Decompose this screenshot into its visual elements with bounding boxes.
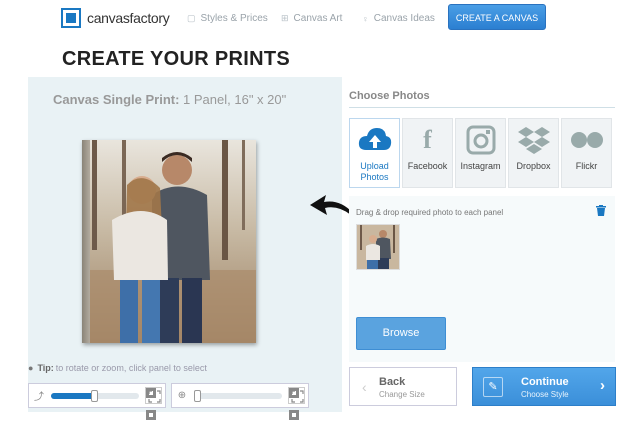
page-title: CREATE YOUR PRINTS — [62, 48, 291, 70]
nav-styles-prices[interactable]: ▢ Styles & Prices — [187, 13, 268, 24]
flickr-icon — [562, 119, 611, 161]
photo-thumbnail[interactable] — [356, 224, 400, 270]
source-instagram[interactable]: Instagram — [455, 118, 506, 188]
tip-text: to rotate or zoom, click panel to select — [55, 363, 207, 373]
continue-button[interactable]: ✎ Continue Choose Style › — [472, 367, 616, 406]
source-instagram-label: Instagram — [460, 161, 501, 171]
styles-icon: ▢ — [187, 13, 196, 23]
instagram-icon — [456, 119, 505, 161]
photo-sources: Upload Photos f Facebook Instagram Dropb… — [349, 118, 612, 188]
tip-label: Tip: — [37, 363, 54, 373]
nav-canvas-ideas-label: Canvas Ideas — [373, 13, 435, 24]
grid-icon: ⊞ — [281, 13, 289, 23]
canvas-photo — [82, 140, 256, 343]
drop-instructions: Drag & drop required photo to each panel — [356, 208, 504, 217]
choose-photos-title: Choose Photos — [349, 90, 430, 102]
divider — [349, 107, 615, 108]
zoom-slider[interactable] — [194, 389, 282, 402]
fullscreen-icon[interactable] — [288, 387, 305, 420]
lightbulb-icon: ♀ — [362, 13, 369, 24]
logo[interactable]: canvasfactory — [61, 8, 170, 28]
source-flickr[interactable]: Flickr — [561, 118, 612, 188]
canvas-print-panel[interactable] — [82, 140, 256, 343]
logo-text: canvasfactory — [87, 10, 170, 26]
source-dropbox-label: Dropbox — [516, 161, 551, 171]
back-button[interactable]: ‹ Back Change Size — [349, 367, 457, 406]
print-spec: 1 Panel, 16" x 20" — [183, 92, 287, 107]
source-upload[interactable]: Upload Photos — [349, 118, 400, 188]
location-pin-icon: ● — [28, 363, 34, 373]
create-canvas-button[interactable]: CREATE A CANVAS — [448, 4, 546, 30]
logo-mark-icon — [61, 8, 81, 28]
trash-icon[interactable] — [596, 205, 606, 216]
continue-sublabel: Choose Style — [521, 390, 569, 399]
expand-icon[interactable] — [145, 387, 162, 420]
back-label: Back — [379, 376, 406, 388]
zoom-icon: ⊕ — [177, 390, 187, 401]
continue-label: Continue — [521, 376, 569, 388]
rotate-slider[interactable] — [51, 389, 139, 402]
back-sublabel: Change Size — [379, 390, 425, 399]
rotate-control: ⤴ — [28, 383, 166, 420]
rotate-icon: ⤴ — [34, 392, 44, 403]
edit-icon: ✎ — [483, 377, 503, 397]
nav-canvas-ideas[interactable]: ♀ Canvas Ideas — [362, 13, 435, 24]
print-title: Canvas Single Print: 1 Panel, 16" x 20" — [53, 92, 286, 107]
print-type-label: Canvas Single Print: — [53, 92, 180, 107]
source-flickr-label: Flickr — [575, 161, 598, 171]
canvas-wrap-edge — [82, 140, 90, 343]
rotate-slider-fill — [51, 392, 95, 399]
site-header: canvasfactory ▢ Styles & Prices ⊞ Canvas… — [0, 0, 640, 38]
dropbox-icon — [509, 119, 558, 161]
chevron-right-icon: › — [600, 377, 605, 394]
browse-button[interactable]: Browse — [356, 317, 446, 350]
source-upload-label: Upload Photos — [360, 161, 389, 182]
zoom-slider-thumb[interactable] — [194, 389, 202, 402]
chevron-left-icon: ‹ — [362, 379, 367, 395]
source-dropbox[interactable]: Dropbox — [508, 118, 559, 188]
nav-styles-prices-label: Styles & Prices — [200, 13, 268, 24]
nav-canvas-art[interactable]: ⊞ Canvas Art — [281, 13, 342, 24]
facebook-icon: f — [423, 125, 432, 154]
rotate-slider-thumb[interactable] — [91, 389, 98, 402]
source-facebook[interactable]: f Facebook — [402, 118, 453, 188]
source-facebook-label: Facebook — [407, 161, 448, 171]
nav-canvas-art-label: Canvas Art — [293, 13, 343, 24]
cloud-upload-icon — [350, 119, 399, 161]
zoom-control: ⊕ — [171, 383, 309, 420]
tip: ● Tip: to rotate or zoom, click panel to… — [28, 363, 207, 373]
